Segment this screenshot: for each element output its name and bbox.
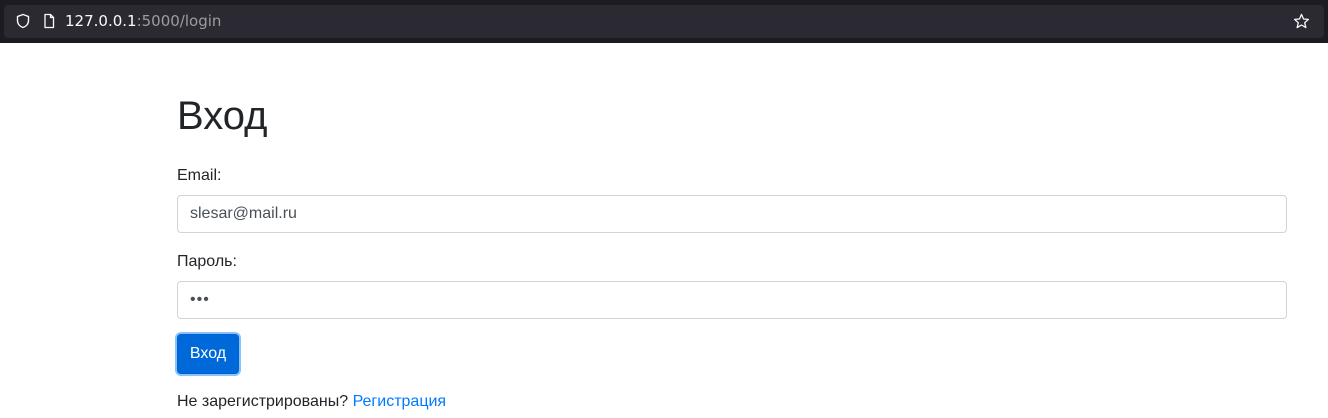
url-text[interactable]: 127.0.0.1:5000/login xyxy=(65,12,221,31)
page-title: Вход xyxy=(177,94,268,138)
email-field[interactable] xyxy=(177,195,1287,233)
page-icon xyxy=(44,13,55,29)
shield-icon[interactable] xyxy=(15,13,31,29)
browser-toolbar: 127.0.0.1:5000/login xyxy=(0,0,1328,43)
login-button[interactable]: Вход xyxy=(177,334,239,374)
star-icon[interactable] xyxy=(1293,13,1310,30)
address-bar[interactable]: 127.0.0.1:5000/login xyxy=(4,5,1324,38)
url-host: 127.0.0.1 xyxy=(65,12,137,30)
password-field[interactable] xyxy=(177,281,1287,319)
register-link[interactable]: Регистрация xyxy=(353,393,447,410)
password-label: Пароль: xyxy=(177,253,237,270)
register-prompt: Не зарегистрированы? Регистрация xyxy=(177,392,446,412)
email-label: Email: xyxy=(177,167,222,184)
url-path: :5000/login xyxy=(136,12,222,30)
register-prompt-text: Не зарегистрированы? xyxy=(177,393,353,410)
